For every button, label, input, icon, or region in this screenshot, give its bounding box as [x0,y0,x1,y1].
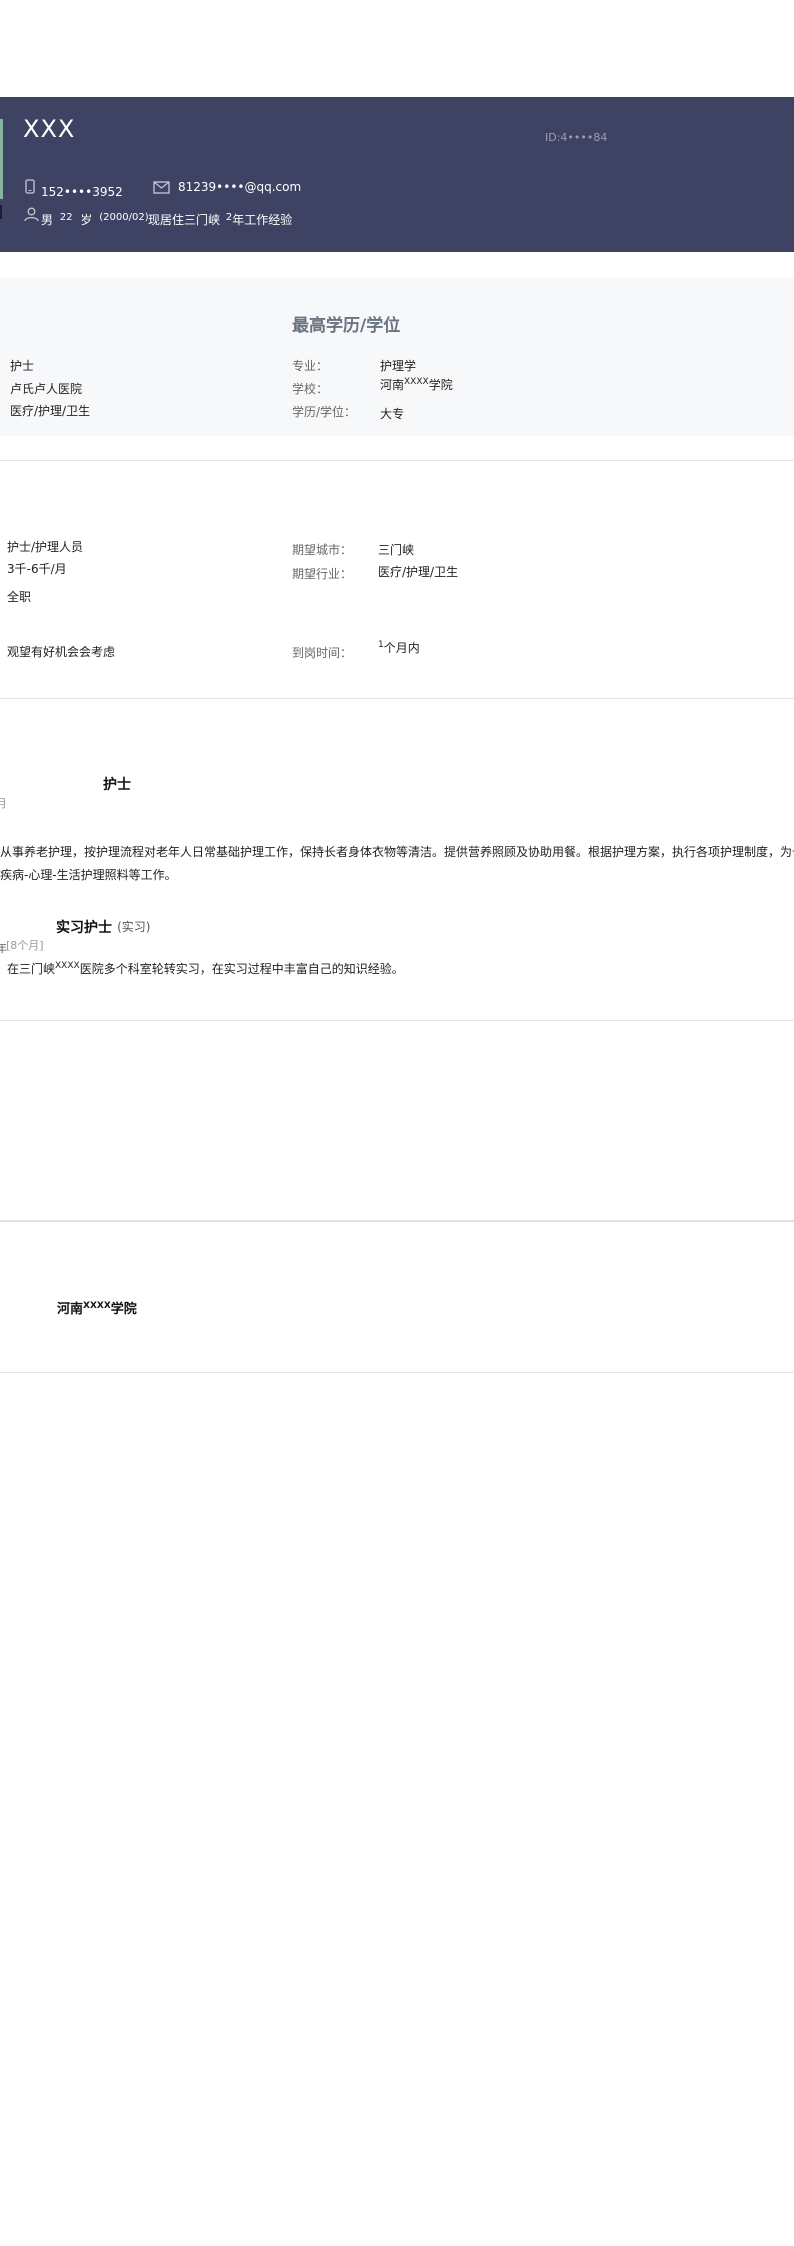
school-label: 学校： [292,382,329,396]
personal-info: 男 22 岁 (2000/02) [41,211,149,228]
birth-date: (2000/02) [99,212,149,223]
summary-value-3: 医疗/护理/卫生 [10,404,91,418]
major-label: 专业： [292,359,329,373]
desired-position: 护士/护理人员 [7,540,84,554]
history-school-suffix: 学院 [110,1302,137,1317]
job-2-description-mask: XXXX [55,961,80,971]
history-school-mask: XXXX [83,1301,111,1311]
job-2-heading: 实习护士 (实习) [56,917,150,937]
school-value: 河南XXXX学院 [380,376,453,393]
age-unit: 岁 [80,213,93,227]
job-type: 全职 [7,590,32,604]
section-divider [0,1020,794,1021]
job-status: 观望有好机会会考虑 [7,645,116,659]
experience-suffix: 年工作经验 [232,213,293,227]
section-divider [0,698,794,699]
major-value: 护理学 [380,359,417,373]
city-label: 期望城市： [292,543,353,557]
resume-header: XXX ID:4••••84 152••••3952 81239••••@qq.… [0,97,794,252]
email-address: 81239••••@qq.com [178,180,302,194]
phone-icon [25,179,35,194]
job-1-side-mark: 月 [0,797,7,810]
city-value: 三门峡 [378,543,415,557]
job-2-duration: [8个月] [6,939,44,952]
job-2-tag: (实习) [117,920,151,934]
arrival-label: 到岗时间： [292,646,353,660]
resume-id: ID:4••••84 [545,131,608,144]
job-1-description-line1: 从事养老护理，按护理流程对老年人日常基础护理工作，保持长者身体衣物等清洁。提供营… [0,845,794,859]
education-summary-section: 最高学历/学位 护士 卢氏卢人医院 医疗/护理/卫生 专业： 护理学 学校： 河… [0,278,794,436]
summary-value-1: 护士 [10,359,35,373]
mail-icon [153,181,170,194]
education-history-school: 河南XXXX学院 [57,1298,137,1317]
age-value: 22 [59,212,73,223]
phone-number: 152••••3952 [41,185,123,199]
industry-value: 医疗/护理/卫生 [378,565,459,579]
arrival-value: 1个月内 [378,639,420,656]
experience-years: 2 [225,212,233,223]
gender: 男 [41,213,54,227]
education-summary-title: 最高学历/学位 [292,316,401,336]
school-suffix: 学院 [428,378,453,392]
header-accent-mark [0,205,2,219]
job-1-description-line2: 疾病-心理-生活护理照料等工作。 [0,868,177,882]
summary-value-2: 卢氏卢人医院 [10,382,83,396]
degree-label: 学历/学位： [292,405,357,419]
residence: 现居住三门峡 [148,213,221,227]
job-2-description-suffix: 医院多个科室轮转实习，在实习过程中丰富自己的知识经验。 [79,962,404,976]
section-divider [0,1220,794,1222]
section-divider [0,1372,794,1373]
job-2-title: 实习护士 [56,920,112,936]
job-2-description-prefix: 在三门峡 [7,962,56,976]
user-icon [24,207,39,222]
job-2-description: 在三门峡XXXX医院多个科室轮转实习，在实习过程中丰富自己的知识经验。 [7,960,404,977]
header-accent-bar [0,119,3,199]
industry-label: 期望行业： [292,567,353,581]
degree-value: 大专 [380,407,405,421]
school-prefix: 河南 [380,378,405,392]
history-school-prefix: 河南 [57,1302,84,1317]
residence-and-experience: 现居住三门峡 2年工作经验 [148,211,292,228]
job-1-title: 护士 [103,777,131,793]
desired-salary: 3千-6千/月 [7,562,67,576]
section-divider [0,460,794,461]
school-mask: XXXX [404,377,429,387]
candidate-name: XXX [23,115,76,143]
arrival-suffix: 个月内 [383,641,420,655]
